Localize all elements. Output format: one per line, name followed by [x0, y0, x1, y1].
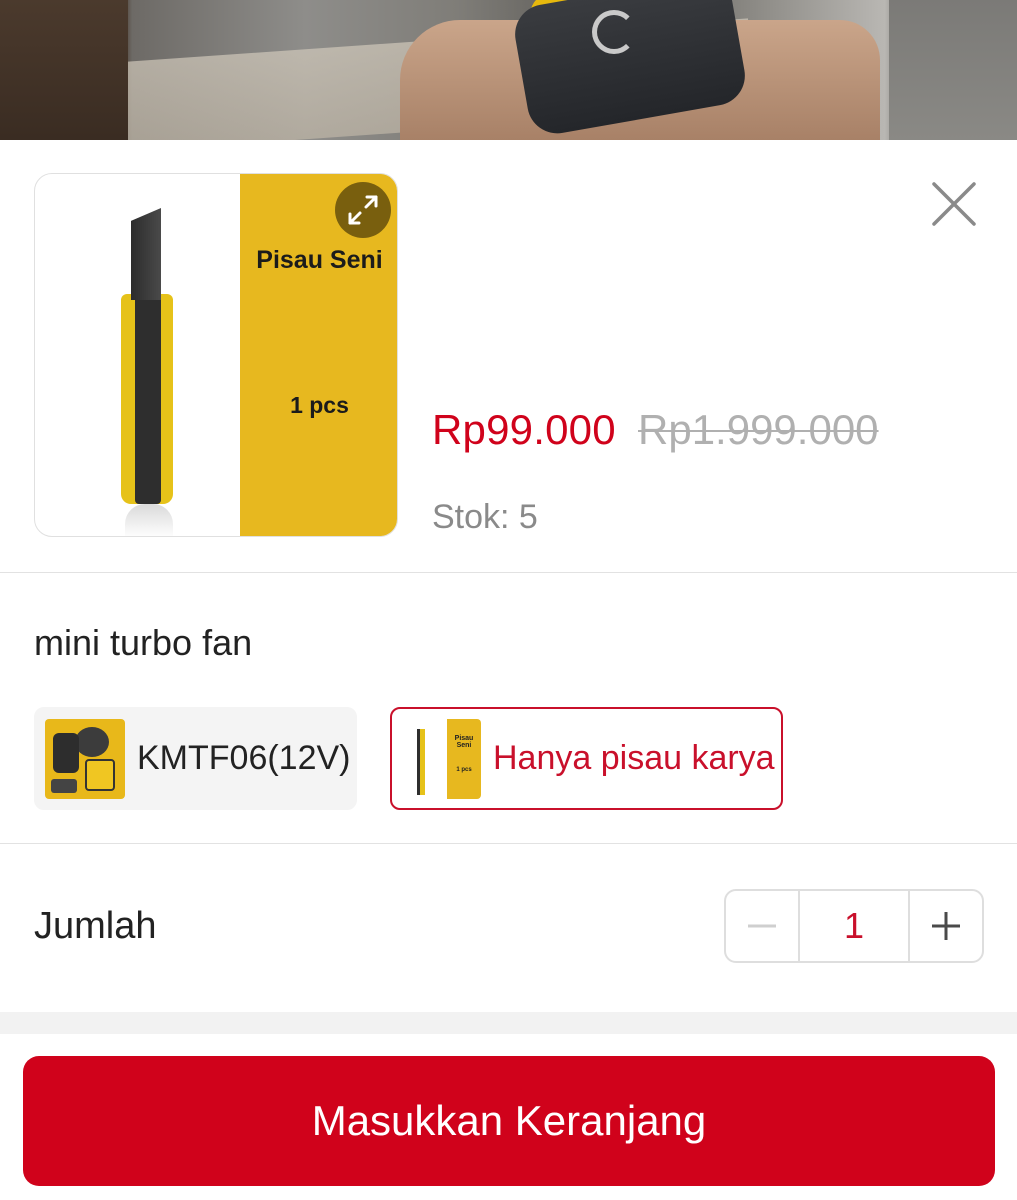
variant-option-label: KMTF06(12V)	[137, 739, 351, 777]
thumb-title: Pisau Seni	[454, 734, 474, 749]
quantity-label: Jumlah	[34, 905, 157, 947]
expand-arrows-icon	[348, 195, 378, 225]
knife-grip	[135, 292, 161, 504]
divider	[0, 843, 1017, 844]
variant-option-pisau-karya[interactable]: Pisau Seni 1 pcs Hanya pisau karya	[390, 707, 783, 810]
decrease-quantity-button[interactable]	[726, 891, 798, 961]
plus-icon	[932, 912, 960, 940]
variant-thumbnail	[45, 718, 125, 799]
product-original-price: Rp1.999.000	[638, 406, 879, 453]
variant-bottom-sheet: Pisau Seni 1 pcs Rp99.000 Rp1.999.000 St…	[0, 140, 1017, 1200]
footer-separator	[0, 1012, 1017, 1034]
increase-quantity-button[interactable]	[910, 891, 982, 961]
variant-thumbnail: Pisau Seni 1 pcs	[401, 718, 481, 799]
close-icon	[932, 182, 976, 226]
close-button[interactable]	[928, 178, 980, 230]
knife-blade	[131, 208, 161, 300]
variant-group-title: mini turbo fan	[34, 622, 253, 663]
add-to-cart-button[interactable]: Masukkan Keranjang	[23, 1056, 995, 1186]
variant-option-label: Hanya pisau karya	[493, 739, 775, 777]
product-stock: Stok: 5	[432, 498, 538, 536]
product-image-title: Pisau Seni	[256, 246, 383, 274]
quantity-stepper: 1	[724, 889, 984, 963]
background-video-frame	[0, 0, 1017, 140]
divider	[0, 572, 1017, 573]
quantity-value[interactable]: 1	[798, 891, 910, 961]
minus-icon	[748, 924, 776, 928]
expand-image-button[interactable]	[335, 182, 391, 238]
product-price: Rp99.000	[432, 406, 616, 453]
product-image[interactable]: Pisau Seni 1 pcs	[34, 173, 398, 537]
variant-option-kmtf06[interactable]: KMTF06(12V)	[34, 707, 357, 810]
product-image-qty: 1 pcs	[290, 392, 349, 418]
knife-reflection	[125, 504, 173, 536]
thumb-qty: 1 pcs	[456, 766, 472, 773]
